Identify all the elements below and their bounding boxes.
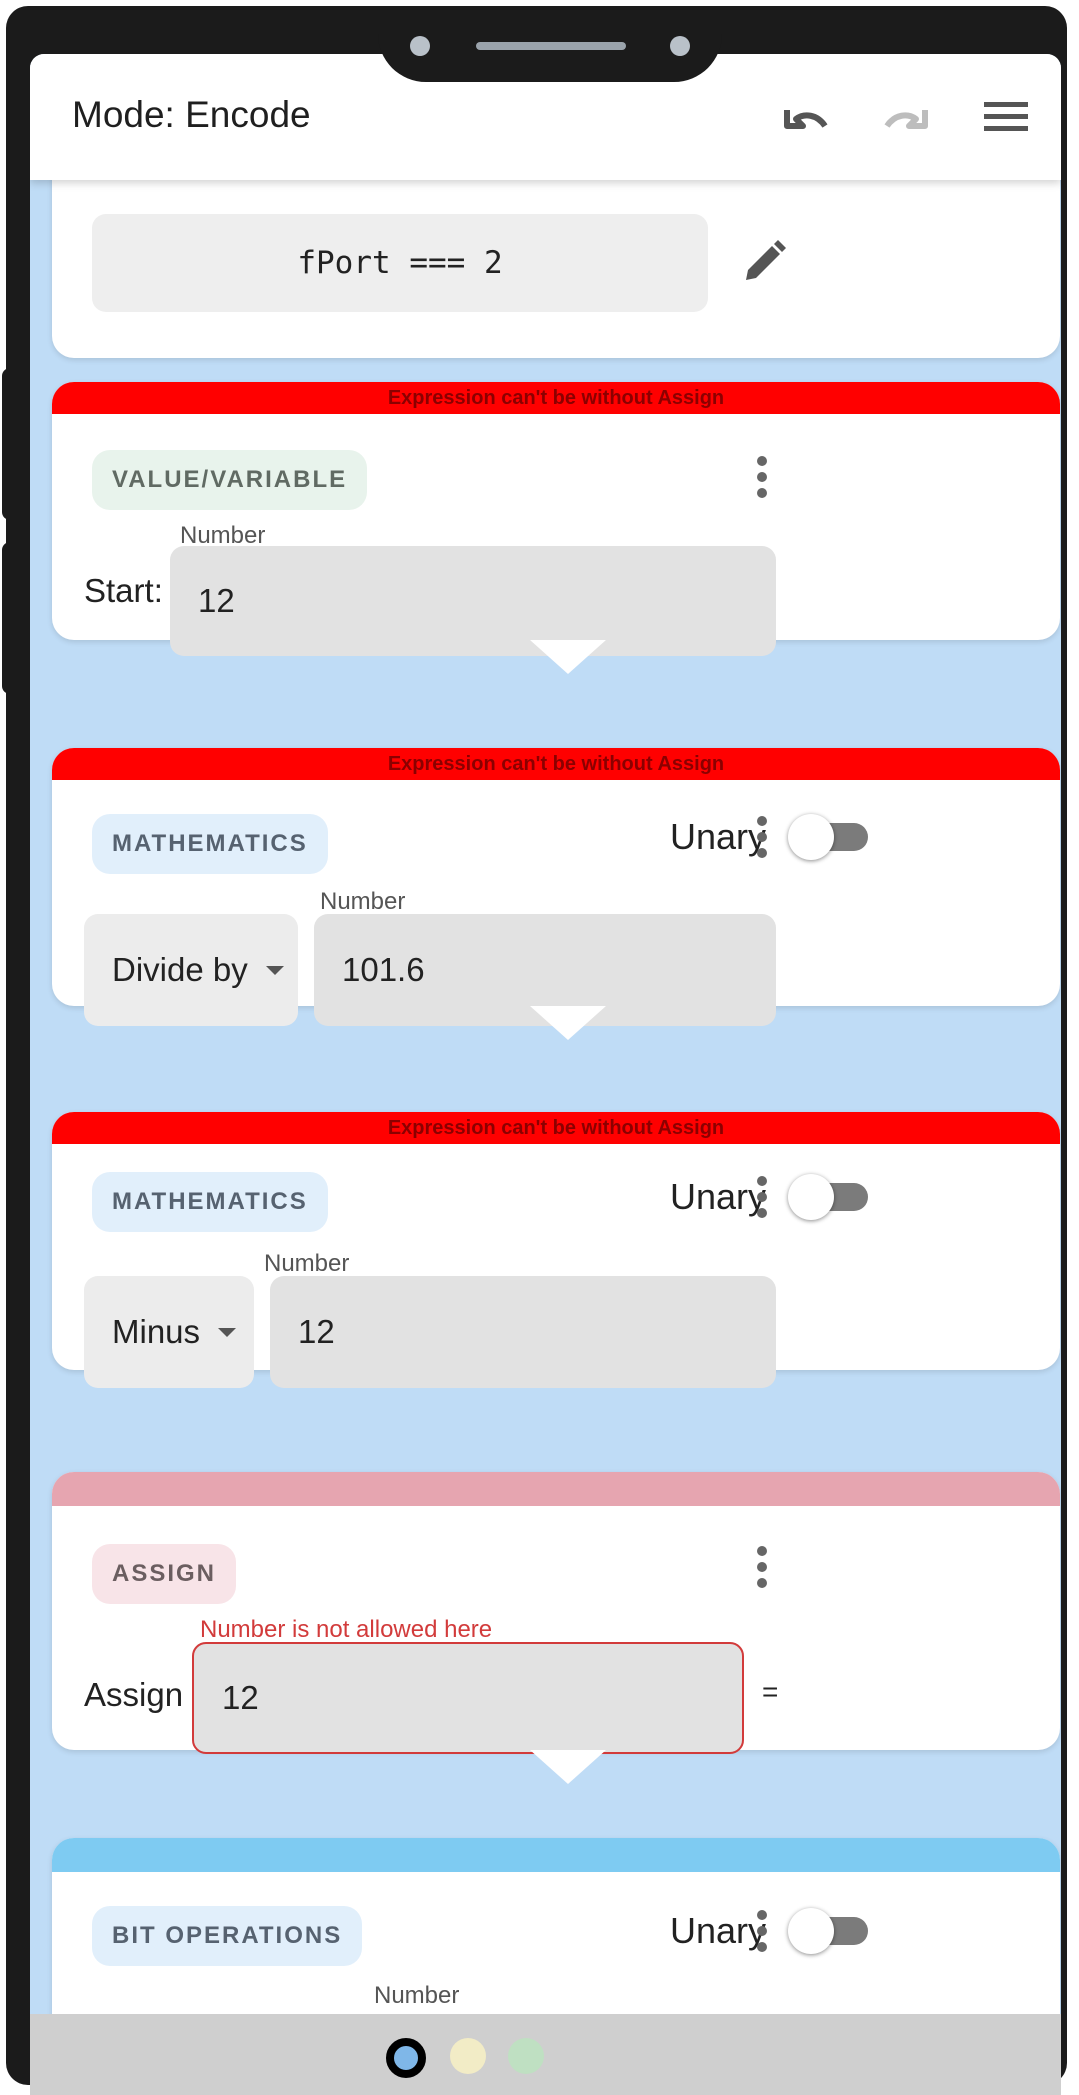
page-dot-3[interactable] (508, 2038, 544, 2074)
connector-arrow (530, 1750, 606, 1784)
mode-title: Mode: Encode (72, 94, 311, 135)
block-type-chip: MATHEMATICS (92, 1172, 328, 1232)
phone-notch (378, 14, 722, 82)
more-options-icon[interactable] (742, 1542, 782, 1592)
assign-card: ASSIGN Number is not allowed here Assign… (52, 1472, 1060, 1754)
start-value-input[interactable]: 12 (170, 546, 776, 656)
unary-toggle[interactable] (788, 1174, 876, 1220)
camera-dot-right (670, 36, 690, 56)
error-banner: Expression can't be without Assign (52, 1112, 1060, 1144)
operation-select[interactable]: Minus (84, 1276, 254, 1388)
number-label: Number (320, 888, 406, 915)
start-value: 12 (198, 582, 235, 619)
operation-select[interactable]: Divide by (84, 914, 298, 1026)
operation-value: Minus (112, 1313, 201, 1350)
start-label: Start: (84, 572, 163, 609)
number-value: 12 (298, 1313, 335, 1350)
equals-sign: = (762, 1676, 779, 1707)
expression-field[interactable]: fPort === 2 (92, 214, 708, 312)
operation-value: Divide by (112, 951, 248, 988)
bitops-header (52, 1838, 1060, 1872)
block-type-chip: VALUE/VARIABLE (92, 450, 368, 510)
number-label: Number (374, 1982, 460, 2009)
more-options-icon[interactable] (742, 1172, 782, 1222)
error-banner: Expression can't be without Assign (52, 748, 1060, 780)
block-type-chip: BIT OPERATIONS (92, 1906, 363, 1966)
speaker-bar (476, 42, 626, 50)
menu-icon[interactable] (978, 88, 1034, 144)
page-indicator-bar (30, 2014, 1061, 2095)
chevron-down-icon (218, 1327, 237, 1337)
page-dot-1[interactable] (386, 2038, 426, 2078)
mathematics-card-1: Expression can't be without Assign MATHE… (52, 748, 1060, 1026)
app-screen: Mode: Encode fPort === 2 Expression can'… (30, 54, 1061, 2095)
assign-header (52, 1472, 1060, 1506)
block-type-chip: ASSIGN (92, 1544, 237, 1604)
chevron-down-icon (265, 965, 284, 975)
assign-value: 12 (222, 1679, 259, 1716)
more-options-icon[interactable] (742, 812, 782, 862)
undo-icon[interactable] (778, 88, 834, 144)
error-banner: Expression can't be without Assign (52, 382, 1060, 414)
more-options-icon[interactable] (742, 452, 782, 502)
expression-text: fPort === 2 (297, 245, 503, 281)
assign-label: Assign (84, 1676, 184, 1713)
page-dot-2[interactable] (450, 2038, 486, 2074)
error-label: Number is not allowed here (200, 1616, 493, 1643)
assign-input[interactable]: 12 (192, 1642, 744, 1754)
side-button-lower (2, 542, 16, 694)
pencil-icon[interactable] (740, 238, 788, 286)
number-label: Number (264, 1250, 350, 1277)
connector-arrow (530, 1006, 606, 1040)
more-options-icon[interactable] (742, 1906, 782, 1956)
unary-toggle[interactable] (788, 1908, 876, 1954)
block-type-chip: MATHEMATICS (92, 814, 328, 874)
phone-frame: Mode: Encode fPort === 2 Expression can'… (2, 6, 1067, 2095)
connector-arrow (530, 640, 606, 674)
value-variable-card: Expression can't be without Assign VALUE… (52, 382, 1060, 656)
number-value: 101.6 (342, 951, 425, 988)
unary-toggle[interactable] (788, 814, 876, 860)
side-button-upper (2, 368, 16, 520)
redo-icon[interactable] (878, 88, 934, 144)
mathematics-card-2: Expression can't be without Assign MATHE… (52, 1112, 1060, 1388)
camera-dot-left (410, 36, 430, 56)
number-input[interactable]: 12 (270, 1276, 776, 1388)
